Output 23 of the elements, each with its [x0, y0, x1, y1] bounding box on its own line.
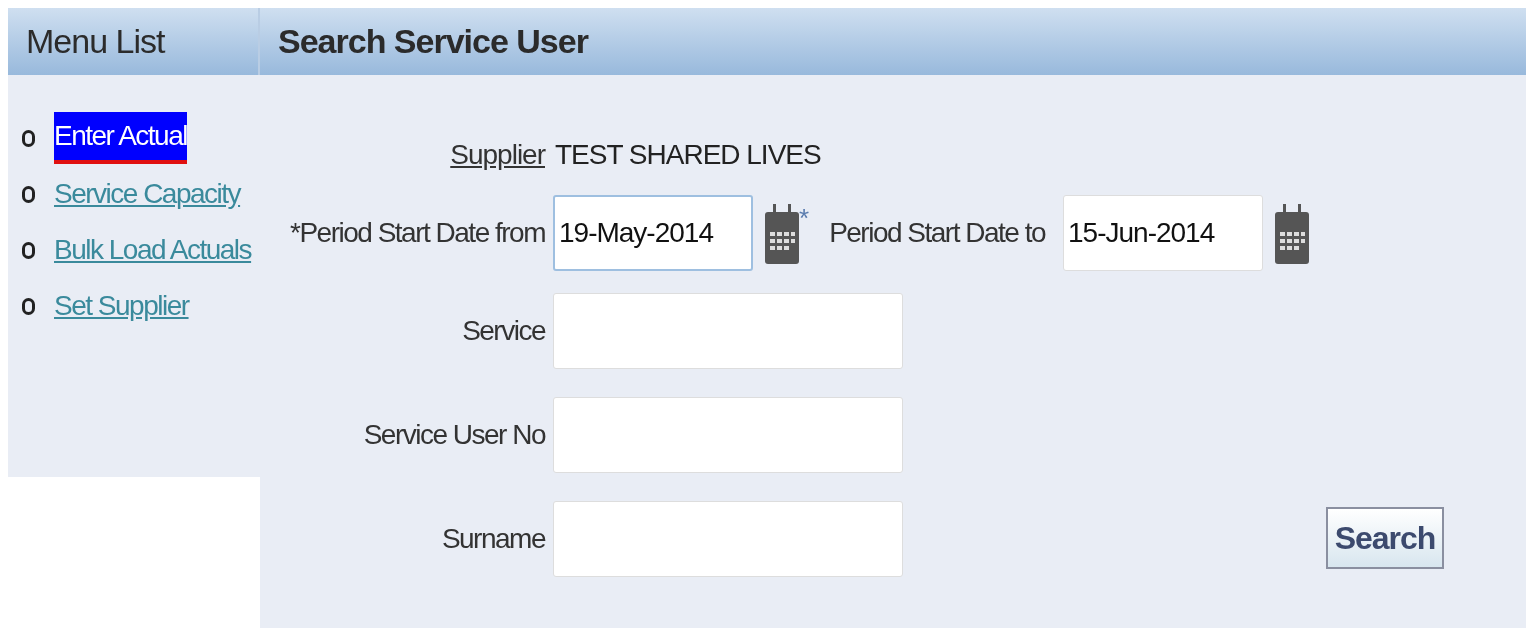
date-field[interactable]: 15-Jun-2014	[1063, 195, 1264, 271]
calendar-icon[interactable]	[765, 202, 799, 264]
bullet-icon	[22, 129, 35, 147]
input-field[interactable]	[553, 397, 903, 473]
date-field[interactable]: 19-May-2014	[553, 195, 753, 271]
panel-title: Menu List	[26, 21, 165, 62]
supplier-link[interactable]: Supplier	[450, 139, 545, 170]
calendar-icon[interactable]	[1275, 202, 1310, 264]
required-mark: *	[799, 202, 810, 235]
bullet-icon	[22, 185, 35, 203]
supplier-value: TEST SHARED LIVES	[555, 138, 821, 172]
field-label: Period Start Date to	[829, 216, 1046, 250]
input-field[interactable]	[553, 293, 903, 369]
input-field[interactable]	[553, 501, 903, 577]
bullet-icon	[22, 297, 35, 315]
search-button[interactable]: Search	[1326, 507, 1444, 569]
field-label: Surname	[441, 523, 545, 554]
field-label: Service User No	[363, 419, 545, 450]
field-label: *Period Start Date from	[290, 217, 545, 248]
field-label: Service	[462, 315, 545, 346]
menu-link[interactable]: Enter Actual	[54, 112, 187, 164]
page-title: Search Service User	[278, 21, 588, 62]
bullet-icon	[22, 241, 35, 259]
